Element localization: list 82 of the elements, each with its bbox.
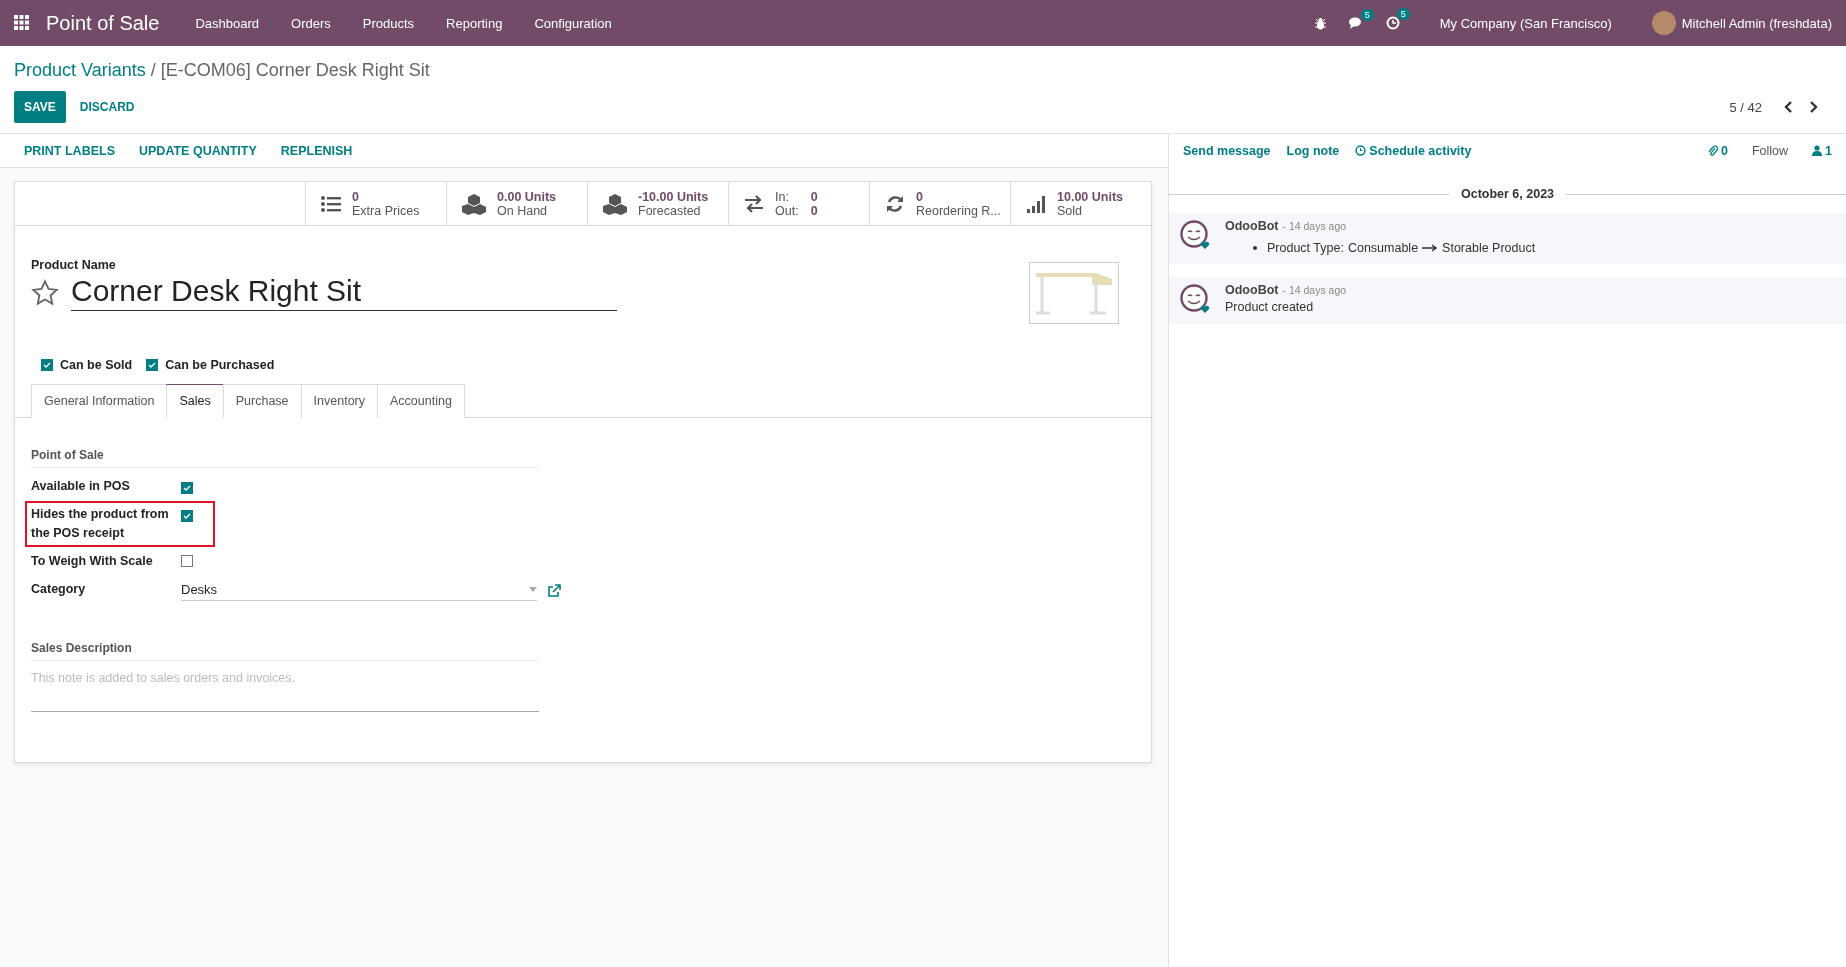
form-tab[interactable]: Accounting	[377, 384, 465, 418]
discard-button[interactable]: DISCARD	[69, 91, 145, 123]
chatter-button[interactable]: Log note	[1278, 139, 1348, 162]
cubes-icon	[602, 192, 628, 215]
company-switcher[interactable]: My Company (San Francisco)	[1421, 15, 1630, 31]
apps-grid-icon[interactable]	[14, 15, 30, 31]
field-label: Available in POS	[31, 478, 131, 495]
breadcrumb-separator: /	[149, 60, 157, 80]
form-tab[interactable]: Purchase	[222, 384, 302, 418]
breadcrumb-current: [E-COM06] Corner Desk Right Sit	[160, 60, 430, 80]
smiley-avatar-icon	[1179, 283, 1211, 315]
menu-item[interactable]: Orders	[275, 15, 347, 31]
message-body: Product created	[1225, 300, 1315, 314]
checkbox[interactable]	[41, 359, 53, 371]
action-button[interactable]: PRINT LABELS	[14, 139, 125, 162]
notification-badge: 5	[1360, 8, 1374, 21]
menu-item[interactable]: Reporting	[430, 15, 519, 31]
field-label: Hides the product from the POS receipt	[31, 506, 170, 542]
checkbox[interactable]	[181, 510, 193, 522]
section-title: Sales Description	[31, 641, 539, 661]
category-select[interactable]: Desks	[181, 580, 537, 601]
arrow-right-icon	[1422, 244, 1439, 252]
message-author: OdooBot	[1225, 219, 1279, 233]
followers-button[interactable]: 1	[1804, 139, 1840, 162]
checkbox-label: Can be Sold	[60, 358, 133, 372]
message-time: - 14 days ago	[1282, 284, 1347, 296]
sales-description-field[interactable]: This note is added to sales orders and invoices.	[31, 671, 539, 712]
field-label: To Weigh With Scale	[31, 553, 154, 570]
user-menu[interactable]: Mitchell Admin (freshdata)	[1681, 15, 1832, 31]
save-button[interactable]: SAVE	[14, 91, 66, 123]
smart-button[interactable]: In: 0 Out: 0	[728, 182, 869, 225]
section-title: Point of Sale	[31, 448, 539, 468]
follow-button[interactable]: Follow	[1745, 142, 1795, 159]
form-tab[interactable]: Sales	[166, 384, 224, 418]
field-label: Category	[31, 581, 87, 598]
chevron-left-icon[interactable]	[1784, 101, 1794, 113]
clock-icon	[1355, 145, 1367, 156]
attachments-button[interactable]: 0	[1699, 139, 1736, 162]
bug-icon[interactable]	[1313, 16, 1327, 30]
smart-button[interactable]: 0 Extra Prices	[305, 182, 446, 225]
field-label: Product Name	[31, 258, 117, 272]
product-name-field[interactable]: Corner Desk Right Sit	[71, 274, 617, 311]
smart-button[interactable]: 0.00 Units On Hand	[446, 182, 587, 225]
menu-item[interactable]: Dashboard	[179, 15, 276, 31]
smart-button[interactable]: 0 Reordering R...	[869, 182, 1010, 225]
person-icon	[1812, 145, 1823, 156]
pager-counter: 5 / 42	[1729, 99, 1762, 115]
tracking-new-value: Storable Product	[1442, 241, 1536, 255]
action-button[interactable]: UPDATE QUANTITY	[129, 139, 267, 162]
form-tab[interactable]: General Information	[31, 384, 168, 418]
avatar-placeholder	[1651, 11, 1676, 35]
tracking-old-value: Consumable	[1347, 241, 1419, 255]
date-separator: October 6, 2023	[1459, 187, 1556, 201]
cubes-icon	[461, 192, 487, 215]
message-author: OdooBot	[1225, 283, 1279, 297]
chatter-button[interactable]: Schedule activity	[1347, 139, 1480, 162]
checkbox-label: Can be Purchased	[165, 358, 275, 372]
notification-badge: 5	[1396, 8, 1410, 20]
chatter-button[interactable]: Send message	[1175, 139, 1279, 162]
external-link-icon[interactable]	[547, 583, 561, 598]
checkbox[interactable]	[146, 359, 159, 371]
paperclip-icon	[1707, 144, 1718, 157]
bullet-icon	[1253, 246, 1257, 250]
breadcrumb-link[interactable]: Product Variants	[14, 60, 146, 80]
star-icon[interactable]	[31, 278, 59, 307]
chevron-right-icon[interactable]	[1808, 101, 1818, 113]
tracking-field: Product Type:	[1267, 241, 1344, 255]
app-title[interactable]: Point of Sale	[46, 11, 160, 35]
chat-bubbles-icon[interactable]	[1348, 16, 1364, 30]
smiley-avatar-icon	[1179, 219, 1211, 251]
menu-item[interactable]: Products	[346, 15, 431, 31]
form-tab[interactable]: Inventory	[300, 384, 378, 418]
action-button[interactable]: REPLENISH	[270, 139, 363, 162]
menu-item[interactable]: Configuration	[518, 15, 628, 31]
smart-button[interactable]: 10.00 Units Sold	[1010, 182, 1151, 225]
smart-button[interactable]: -10.00 Units Forecasted	[587, 182, 728, 225]
message-time: - 14 days ago	[1282, 220, 1347, 232]
checkbox[interactable]	[181, 482, 193, 494]
checkbox[interactable]	[181, 555, 193, 567]
clock-icon[interactable]	[1385, 16, 1400, 30]
exchange-arrows-icon	[743, 192, 765, 215]
caret-icon	[529, 587, 537, 592]
